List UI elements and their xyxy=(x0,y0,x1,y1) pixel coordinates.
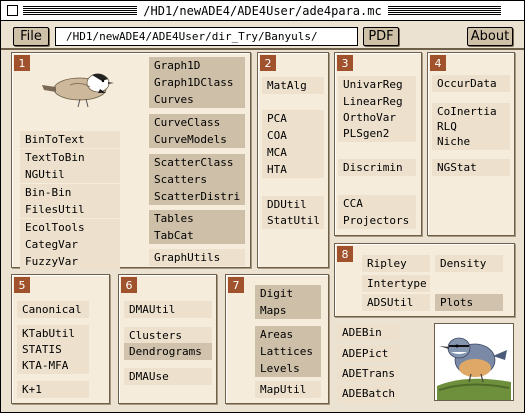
item-maps[interactable]: Maps xyxy=(255,302,321,319)
item-lattices[interactable]: Lattices xyxy=(255,343,321,360)
item-linearreg[interactable]: LinearReg xyxy=(338,93,416,110)
item-texttobin[interactable]: TextToBin xyxy=(20,149,120,166)
close-box-icon[interactable] xyxy=(7,5,18,16)
nuthatch-icon xyxy=(437,337,511,400)
panel-3: 3 UnivarReg LinearReg OrthoVar PLSgen2 D… xyxy=(334,52,422,236)
item-mca[interactable]: MCA xyxy=(262,144,324,161)
group-areas: Areas Lattices Levels xyxy=(255,326,321,377)
item-scatterdistri[interactable]: ScatterDistri xyxy=(149,188,245,205)
item-ripley[interactable]: Ripley xyxy=(362,255,430,272)
group-tables: Tables TabCat xyxy=(149,210,245,244)
item-dendrograms[interactable]: Dendrograms xyxy=(124,343,212,360)
app-window: /HD1/newADE4/ADE4User/ade4para.mc File /… xyxy=(0,0,525,413)
panel-5: 5 Canonical KTabUtil STATIS KTA-MFA K+1 xyxy=(11,274,110,404)
item-filesutil[interactable]: FilesUtil xyxy=(20,201,120,218)
panel-6: 6 DMAUtil Clusters Dendrograms DMAUse xyxy=(118,274,217,404)
item-bintotext[interactable]: BinToText xyxy=(20,131,120,148)
panel-2: 2 MatAlg PCA COA MCA HTA DDUtil StatUtil xyxy=(257,52,329,268)
panel-number: 1 xyxy=(14,55,30,71)
panel-number: 3 xyxy=(337,55,353,71)
item-matalg[interactable]: MatAlg xyxy=(262,77,324,94)
about-button[interactable]: About xyxy=(467,27,513,46)
item-curvemodels[interactable]: CurveModels xyxy=(149,131,245,148)
panel-8: 8 Ripley Density Intertype ADSUtil Plots xyxy=(334,243,515,317)
nuthatch-picture xyxy=(434,323,514,401)
item-kta-mfa[interactable]: KTA-MFA xyxy=(17,357,89,374)
item-ktabutil[interactable]: KTabUtil xyxy=(17,325,89,342)
item-fuzzyvar[interactable]: FuzzyVar xyxy=(20,253,120,270)
panel-7: 7 Digit Maps Areas Lattices Levels MapUt… xyxy=(225,274,329,404)
panel-number: 8 xyxy=(337,246,353,262)
item-adepict[interactable]: ADEPict xyxy=(337,345,399,362)
item-ecoltools[interactable]: EcolTools xyxy=(20,219,120,236)
pdf-button[interactable]: PDF xyxy=(363,27,399,46)
title-bar[interactable]: /HD1/newADE4/ADE4User/ade4para.mc xyxy=(1,1,524,21)
item-orthovar[interactable]: OrthoVar xyxy=(338,109,416,126)
item-canonical[interactable]: Canonical xyxy=(17,301,89,318)
item-maputil[interactable]: MapUtil xyxy=(255,381,321,398)
item-statis[interactable]: STATIS xyxy=(17,341,89,358)
item-curves[interactable]: Curves xyxy=(149,91,245,108)
item-ngstat[interactable]: NGStat xyxy=(432,159,510,176)
item-adebatch[interactable]: ADEBatch xyxy=(337,385,399,402)
item-ddutil[interactable]: DDUtil xyxy=(262,196,324,213)
group-digit-maps: Digit Maps xyxy=(255,285,321,319)
separator xyxy=(1,48,524,50)
item-curveclass[interactable]: CurveClass xyxy=(149,114,245,131)
item-coa[interactable]: COA xyxy=(262,127,324,144)
item-dmause[interactable]: DMAUse xyxy=(124,368,212,385)
item-scatterclass[interactable]: ScatterClass xyxy=(149,154,245,171)
item-categvar[interactable]: CategVar xyxy=(20,236,120,253)
item-adebin[interactable]: ADEBin xyxy=(337,324,399,341)
panel-number: 2 xyxy=(260,55,276,71)
item-occurdata[interactable]: OccurData xyxy=(432,75,510,92)
item-tabcat[interactable]: TabCat xyxy=(149,227,245,244)
item-dmautil[interactable]: DMAUtil xyxy=(124,301,212,318)
item-projectors[interactable]: Projectors xyxy=(338,212,416,229)
item-graph1d[interactable]: Graph1D xyxy=(149,57,245,74)
window-title: /HD1/newADE4/ADE4User/ade4para.mc xyxy=(137,3,388,18)
item-graph1dclass[interactable]: Graph1DClass xyxy=(149,74,245,91)
item-univarreg[interactable]: UnivarReg xyxy=(338,76,416,93)
item-statutil[interactable]: StatUtil xyxy=(262,212,324,229)
item-discrimin[interactable]: Discrimin xyxy=(338,159,416,176)
item-tables[interactable]: Tables xyxy=(149,210,245,227)
chickadee-icon xyxy=(42,73,114,108)
item-areas[interactable]: Areas xyxy=(255,326,321,343)
item-levels[interactable]: Levels xyxy=(255,360,321,377)
item-adetrans[interactable]: ADETrans xyxy=(337,365,399,382)
item-pca[interactable]: PCA xyxy=(262,110,324,127)
item-cca[interactable]: CCA xyxy=(338,195,416,212)
file-button[interactable]: File xyxy=(13,27,49,46)
panel-number: 5 xyxy=(14,277,30,293)
path-field[interactable]: /HD1/newADE4/ADE4User/dir_Try/Banyuls/ xyxy=(55,27,358,46)
item-bin-bin[interactable]: Bin-Bin xyxy=(20,184,120,201)
item-adsutil[interactable]: ADSUtil xyxy=(362,294,430,311)
panel-number: 7 xyxy=(228,277,244,293)
item-intertype[interactable]: Intertype xyxy=(362,275,430,292)
item-plots[interactable]: Plots xyxy=(435,294,503,311)
item-density[interactable]: Density xyxy=(435,255,503,272)
item-plsgen2[interactable]: PLSgen2 xyxy=(338,125,416,142)
item-scatters[interactable]: Scatters xyxy=(149,171,245,188)
item-ngutil[interactable]: NGUtil xyxy=(20,166,120,183)
panel-1: 1 BinToText TextToBin NGUtil Bin-Bin Fil… xyxy=(11,52,251,270)
item-digit[interactable]: Digit xyxy=(255,285,321,302)
item-k-plus-1[interactable]: K+1 xyxy=(17,381,89,398)
group-scatterclass: ScatterClass Scatters ScatterDistri xyxy=(149,154,245,205)
item-hta[interactable]: HTA xyxy=(262,161,324,178)
item-clusters[interactable]: Clusters xyxy=(124,327,212,344)
panel-number: 6 xyxy=(121,277,137,293)
item-niche[interactable]: Niche xyxy=(432,133,510,150)
group-curveclass: CurveClass CurveModels xyxy=(149,114,245,148)
panel-number: 4 xyxy=(430,55,446,71)
panel-4: 4 OccurData CoInertia RLQ Niche NGStat xyxy=(427,52,515,236)
item-graphutils[interactable]: GraphUtils xyxy=(149,249,245,266)
group-graph1d: Graph1D Graph1DClass Curves xyxy=(149,57,245,108)
